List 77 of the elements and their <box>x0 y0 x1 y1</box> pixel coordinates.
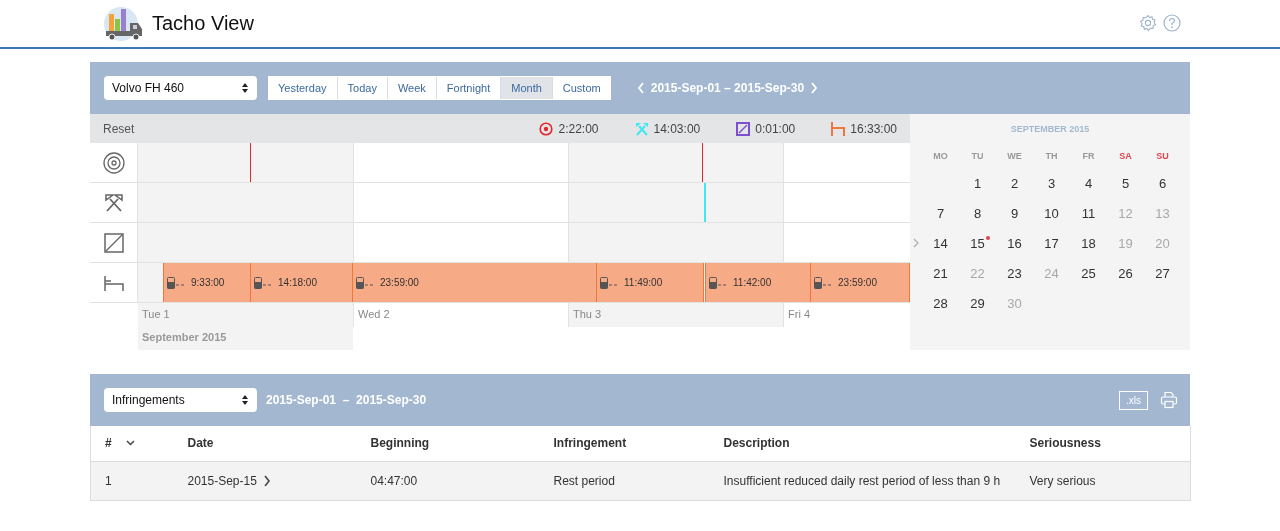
duration-label: 9:33:00 <box>191 277 225 288</box>
calendar-day[interactable]: 6 <box>1153 175 1172 191</box>
hammers-icon <box>102 191 125 214</box>
calendar-day[interactable]: 4 <box>1079 175 1098 191</box>
calendar-day[interactable]: 1 <box>968 175 987 191</box>
weekday-label: FR <box>1082 151 1095 161</box>
settings-icon[interactable] <box>1139 13 1157 32</box>
duration-label: 11:42:00 <box>733 277 772 288</box>
calendar-day[interactable]: 27 <box>1150 265 1175 281</box>
weekday-label: WE <box>1007 151 1022 161</box>
table-cell: 04:47:00 <box>370 473 418 488</box>
print-icon[interactable] <box>1160 391 1178 409</box>
calendar-day[interactable]: 8 <box>968 205 987 221</box>
reset-button[interactable]: Reset <box>103 121 504 136</box>
calendar-day[interactable]: 26 <box>1113 265 1138 281</box>
weekday-label: SA <box>1119 151 1132 161</box>
calendar-day[interactable]: 10 <box>1039 205 1064 221</box>
total-time: 14:03:00 <box>653 121 701 136</box>
calendar-day[interactable]: 14 <box>928 235 953 251</box>
range-tab[interactable]: Month <box>501 77 553 99</box>
day-label: Tue 1 <box>138 303 353 327</box>
calendar-day[interactable]: 28 <box>928 295 953 311</box>
previous-icon[interactable] <box>636 82 645 94</box>
table-cell: Rest period <box>553 473 615 488</box>
duration-label: 23:59:00 <box>380 277 419 288</box>
help-icon[interactable] <box>1163 13 1181 32</box>
column-header: Beginning <box>370 436 430 451</box>
period-label: 2015-Sep-01 – 2015-Sep-30 <box>650 81 805 95</box>
select-arrows-icon <box>241 395 249 405</box>
calendar-day[interactable]: 23 <box>1002 265 1027 281</box>
duration-label: 14:18:00 <box>278 277 317 288</box>
vehicle-select[interactable]: Volvo FH 460 <box>104 76 257 100</box>
month-label: September 2015 <box>138 327 353 350</box>
current-week-icon <box>913 238 919 248</box>
table-cell: Insufficient reduced daily rest period of less than 9 h <box>723 473 1001 488</box>
weekday-label: MO <box>933 151 948 161</box>
total-time: 0:01:00 <box>755 121 796 136</box>
steering-wheel-icon <box>102 151 125 174</box>
next-icon[interactable] <box>810 82 819 94</box>
select-arrows-icon <box>241 83 249 93</box>
chevron-right-icon[interactable] <box>262 475 270 486</box>
period-label: 2015-Sep-01 – 2015-Sep-30 <box>266 393 428 407</box>
total-time: 16:33:00 <box>850 121 897 136</box>
table-cell: 1 <box>105 473 112 488</box>
weekday-label: TU <box>971 151 984 161</box>
table-cell: Very serious <box>1029 473 1096 488</box>
total-time: 2:22:00 <box>558 121 599 136</box>
app-title: Tacho View <box>152 12 254 35</box>
column-header: Description <box>723 436 790 451</box>
column-header: # <box>105 436 112 451</box>
calendar-day[interactable]: 29 <box>965 295 990 311</box>
sort-icon[interactable] <box>125 440 135 447</box>
calendar-day[interactable]: 5 <box>1116 175 1135 191</box>
weekday-label: TH <box>1045 151 1058 161</box>
calendar-day[interactable]: 16 <box>1002 235 1027 251</box>
report-select[interactable]: Infringements <box>104 388 257 412</box>
calendar-day[interactable]: 21 <box>928 265 953 281</box>
calendar-day[interactable]: 11 <box>1076 205 1101 221</box>
duration-label: 23:59:00 <box>838 277 877 288</box>
event-dot <box>985 235 990 240</box>
slashed-square-icon <box>102 231 125 254</box>
column-header: Seriousness <box>1029 436 1101 451</box>
calendar-day[interactable]: 18 <box>1076 235 1101 251</box>
calendar-day[interactable]: 17 <box>1039 235 1064 251</box>
calendar-day[interactable]: 3 <box>1042 175 1061 191</box>
calendar-day[interactable]: 25 <box>1076 265 1101 281</box>
weekday-label: SU <box>1156 151 1169 161</box>
duration-label: 11:49:00 <box>624 277 663 288</box>
column-header: Infringement <box>553 436 627 451</box>
day-label: Thu 3 <box>568 303 783 327</box>
calendar-day[interactable]: 15 <box>965 235 990 251</box>
calendar-day[interactable]: 9 <box>1005 205 1024 221</box>
calendar-day[interactable]: 7 <box>931 205 950 221</box>
calendar-title: SEPTEMBER 2015 <box>1010 124 1090 134</box>
table-cell: 2015-Sep-15 <box>187 472 257 489</box>
column-header: Date <box>187 436 214 451</box>
calendar-day[interactable]: 2 <box>1005 175 1024 191</box>
